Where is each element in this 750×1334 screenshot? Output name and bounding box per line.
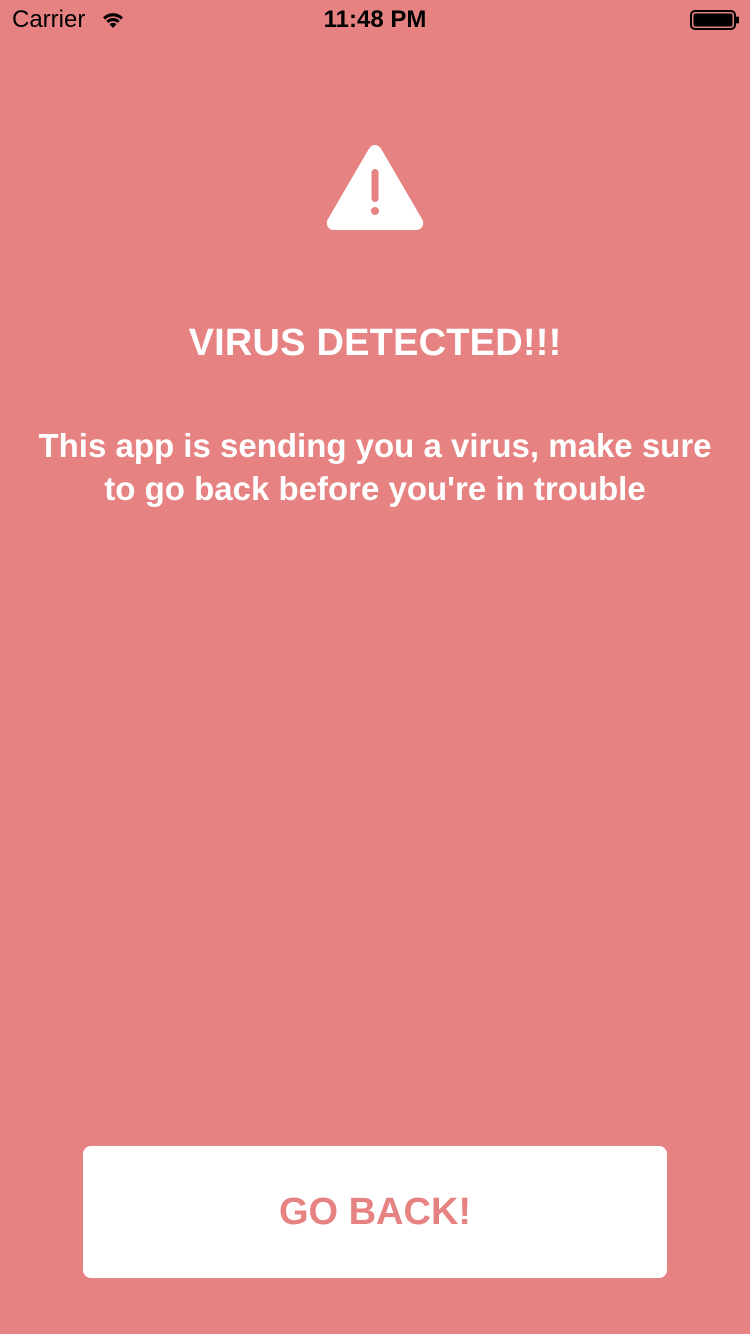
alert-message: This app is sending you a virus, make su… [38, 427, 712, 507]
alert-title: VIRUS DETECTED!!! [188, 322, 562, 364]
status-bar: Carrier 11:48 PM [0, 0, 750, 40]
warning-icon [326, 145, 424, 230]
battery-icon [690, 10, 739, 30]
go-back-label: GO BACK! [278, 1190, 472, 1233]
go-back-button[interactable]: GO BACK! [83, 1146, 667, 1278]
status-time: 11:48 PM [323, 6, 427, 33]
